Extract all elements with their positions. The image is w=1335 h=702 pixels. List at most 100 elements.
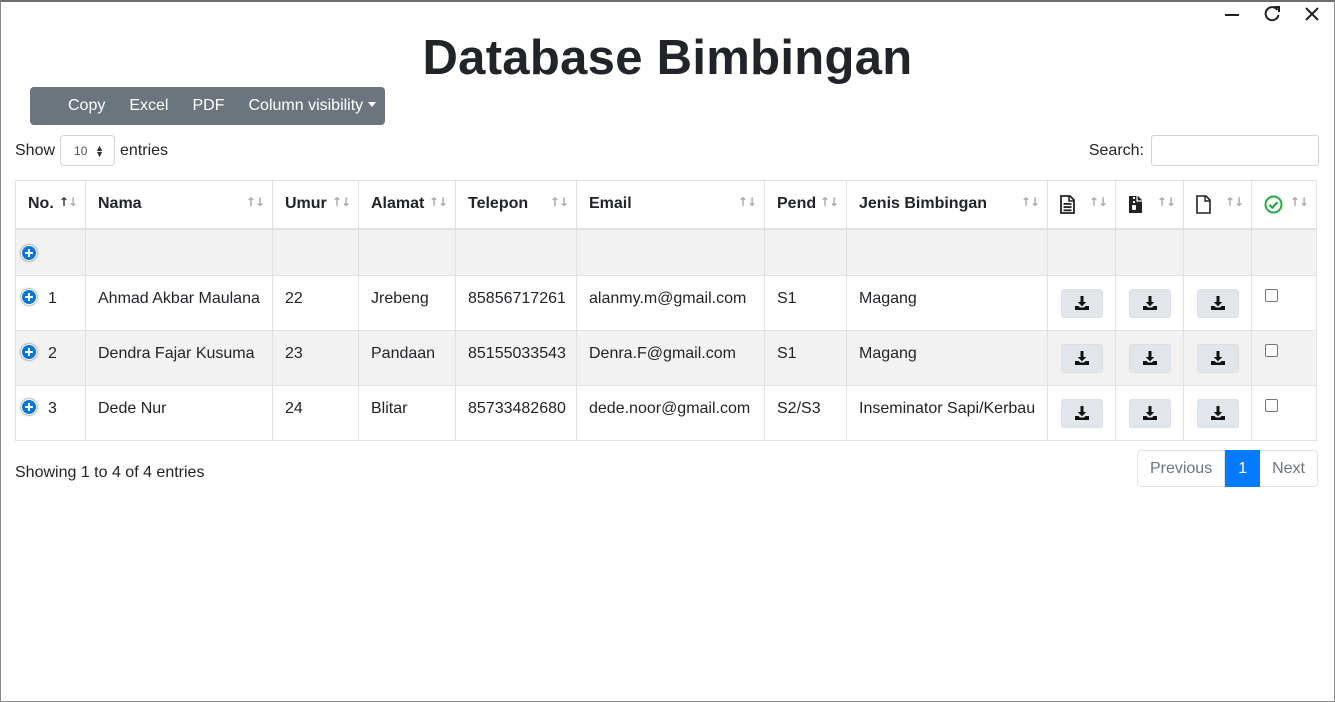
expand-plus-icon[interactable] [21, 344, 37, 360]
header-label: Jenis Bimbingan [859, 195, 988, 213]
expand-plus-icon[interactable] [21, 289, 37, 305]
cell-email: alanmy.m@gmail.com [576, 275, 765, 331]
table-filter-row [15, 228, 1317, 276]
column-header-umur[interactable]: Umur ↑↓ [272, 180, 359, 230]
file-zipper-icon [1129, 195, 1142, 213]
header-label: No. [28, 195, 54, 213]
verified-checkbox[interactable] [1265, 399, 1278, 412]
column-header-nama[interactable]: Nama ↑↓ [85, 180, 273, 230]
check-circle-icon [1264, 195, 1283, 214]
search-control: Search: [1089, 135, 1319, 166]
sort-icon: ↑↓ [549, 195, 569, 209]
download-icon [1210, 406, 1225, 420]
cell-download-file [1183, 330, 1252, 386]
search-input[interactable] [1151, 135, 1319, 166]
download-button[interactable] [1128, 398, 1171, 428]
cell-email: Denra.F@gmail.com [576, 330, 765, 386]
download-button[interactable] [1128, 288, 1171, 318]
show-label: Show [15, 141, 56, 159]
table-row: 1 Ahmad Akbar Maulana 22 Jrebeng 8585671… [15, 275, 1317, 331]
cell-nama: Dede Nur [85, 385, 273, 441]
sort-icon: ↑↓ [737, 195, 757, 209]
entries-select[interactable]: 10 ▲ ▼ [60, 135, 116, 166]
page-1-button[interactable]: 1 [1225, 450, 1261, 487]
header-label: Email [589, 195, 632, 213]
cell-no: 2 [15, 330, 86, 386]
sort-icon: ↑↓ [245, 195, 265, 209]
download-button[interactable] [1196, 398, 1239, 428]
download-icon [1074, 296, 1089, 310]
download-button[interactable] [1060, 288, 1103, 318]
data-table: No. ↑↓ Nama ↑↓ Umur ↑↓ Alamat ↑↓ Telepon ↑↓ E… [15, 180, 1317, 441]
filter-cell [1115, 228, 1184, 276]
excel-button[interactable]: Excel [117, 87, 180, 125]
column-header-verified[interactable]: ↑↓ [1251, 180, 1317, 230]
verified-checkbox[interactable] [1265, 289, 1278, 302]
cell-download-document [1047, 385, 1116, 441]
column-header-jenis-bimbingan[interactable]: Jenis Bimbingan ↑↓ [846, 180, 1048, 230]
previous-page-button[interactable]: Previous [1136, 450, 1226, 487]
column-header-telepon[interactable]: Telepon ↑↓ [455, 180, 577, 230]
cell-telepon: 85856717261 [455, 275, 577, 331]
column-visibility-button[interactable]: Column visibility [236, 87, 388, 125]
cell-telepon: 85155033543 [455, 330, 577, 386]
header-label: Nama [98, 195, 142, 213]
column-header-alamat[interactable]: Alamat ↑↓ [358, 180, 456, 230]
filter-cell [1047, 228, 1116, 276]
download-icon [1074, 406, 1089, 420]
copy-button[interactable]: Copy [56, 87, 117, 125]
cell-telepon: 85733482680 [455, 385, 577, 441]
download-icon [1210, 351, 1225, 365]
restore-icon[interactable] [1258, 3, 1286, 25]
column-visibility-label: Column visibility [248, 97, 364, 114]
sort-icon: ↑↓ [1088, 195, 1108, 209]
filter-cell [272, 228, 359, 276]
column-header-no[interactable]: No. ↑↓ [15, 180, 86, 230]
caret-down-icon [368, 102, 377, 107]
column-header-document[interactable]: ↑↓ [1047, 180, 1116, 230]
cell-email: dede.noor@gmail.com [576, 385, 765, 441]
pagination: Previous 1 Next [1136, 450, 1318, 487]
pdf-button[interactable]: PDF [180, 87, 236, 125]
cell-pend: S1 [764, 275, 847, 331]
column-header-file[interactable]: ↑↓ [1183, 180, 1252, 230]
cell-jenis-bimbingan: Magang [846, 275, 1048, 331]
cell-verified [1251, 385, 1317, 441]
download-button[interactable] [1060, 398, 1103, 428]
download-button[interactable] [1196, 288, 1239, 318]
filter-cell [15, 228, 86, 276]
cell-nama: Ahmad Akbar Maulana [85, 275, 273, 331]
page-title: Database Bimbingan [422, 31, 913, 85]
column-header-zip[interactable]: ↑↓ [1115, 180, 1184, 230]
sort-icon: ↑↓ [1224, 195, 1244, 209]
download-button[interactable] [1196, 343, 1239, 373]
header-label: Alamat [371, 195, 425, 213]
table-info: Showing 1 to 4 of 4 entries [15, 464, 205, 481]
cell-jenis-bimbingan: Magang [846, 330, 1048, 386]
next-page-button[interactable]: Next [1260, 450, 1318, 487]
cell-download-document [1047, 275, 1116, 331]
table-row: 2 Dendra Fajar Kusuma 23 Pandaan 8515503… [15, 330, 1317, 386]
verified-checkbox[interactable] [1265, 344, 1278, 357]
filter-cell [455, 228, 577, 276]
expand-plus-icon[interactable] [21, 244, 37, 261]
cell-download-document [1047, 330, 1116, 386]
cell-no: 3 [15, 385, 86, 441]
expand-plus-icon[interactable] [21, 399, 37, 415]
column-header-pend[interactable]: Pend ↑↓ [764, 180, 847, 230]
minimize-icon[interactable] [1218, 3, 1246, 25]
column-header-email[interactable]: Email ↑↓ [576, 180, 765, 230]
cell-download-zip [1115, 385, 1184, 441]
download-icon [1074, 351, 1089, 365]
filter-cell [1251, 228, 1317, 276]
download-button[interactable] [1128, 343, 1171, 373]
sort-asc-icon: ↑↓ [58, 195, 78, 209]
download-icon [1142, 406, 1157, 420]
cell-umur: 24 [272, 385, 359, 441]
no-text: 2 [48, 345, 57, 362]
download-button[interactable] [1060, 343, 1103, 373]
header-label: Pend [777, 195, 817, 213]
sort-icon: ↑↓ [428, 195, 448, 209]
close-icon[interactable] [1298, 3, 1326, 25]
cell-no: 1 [15, 275, 86, 331]
